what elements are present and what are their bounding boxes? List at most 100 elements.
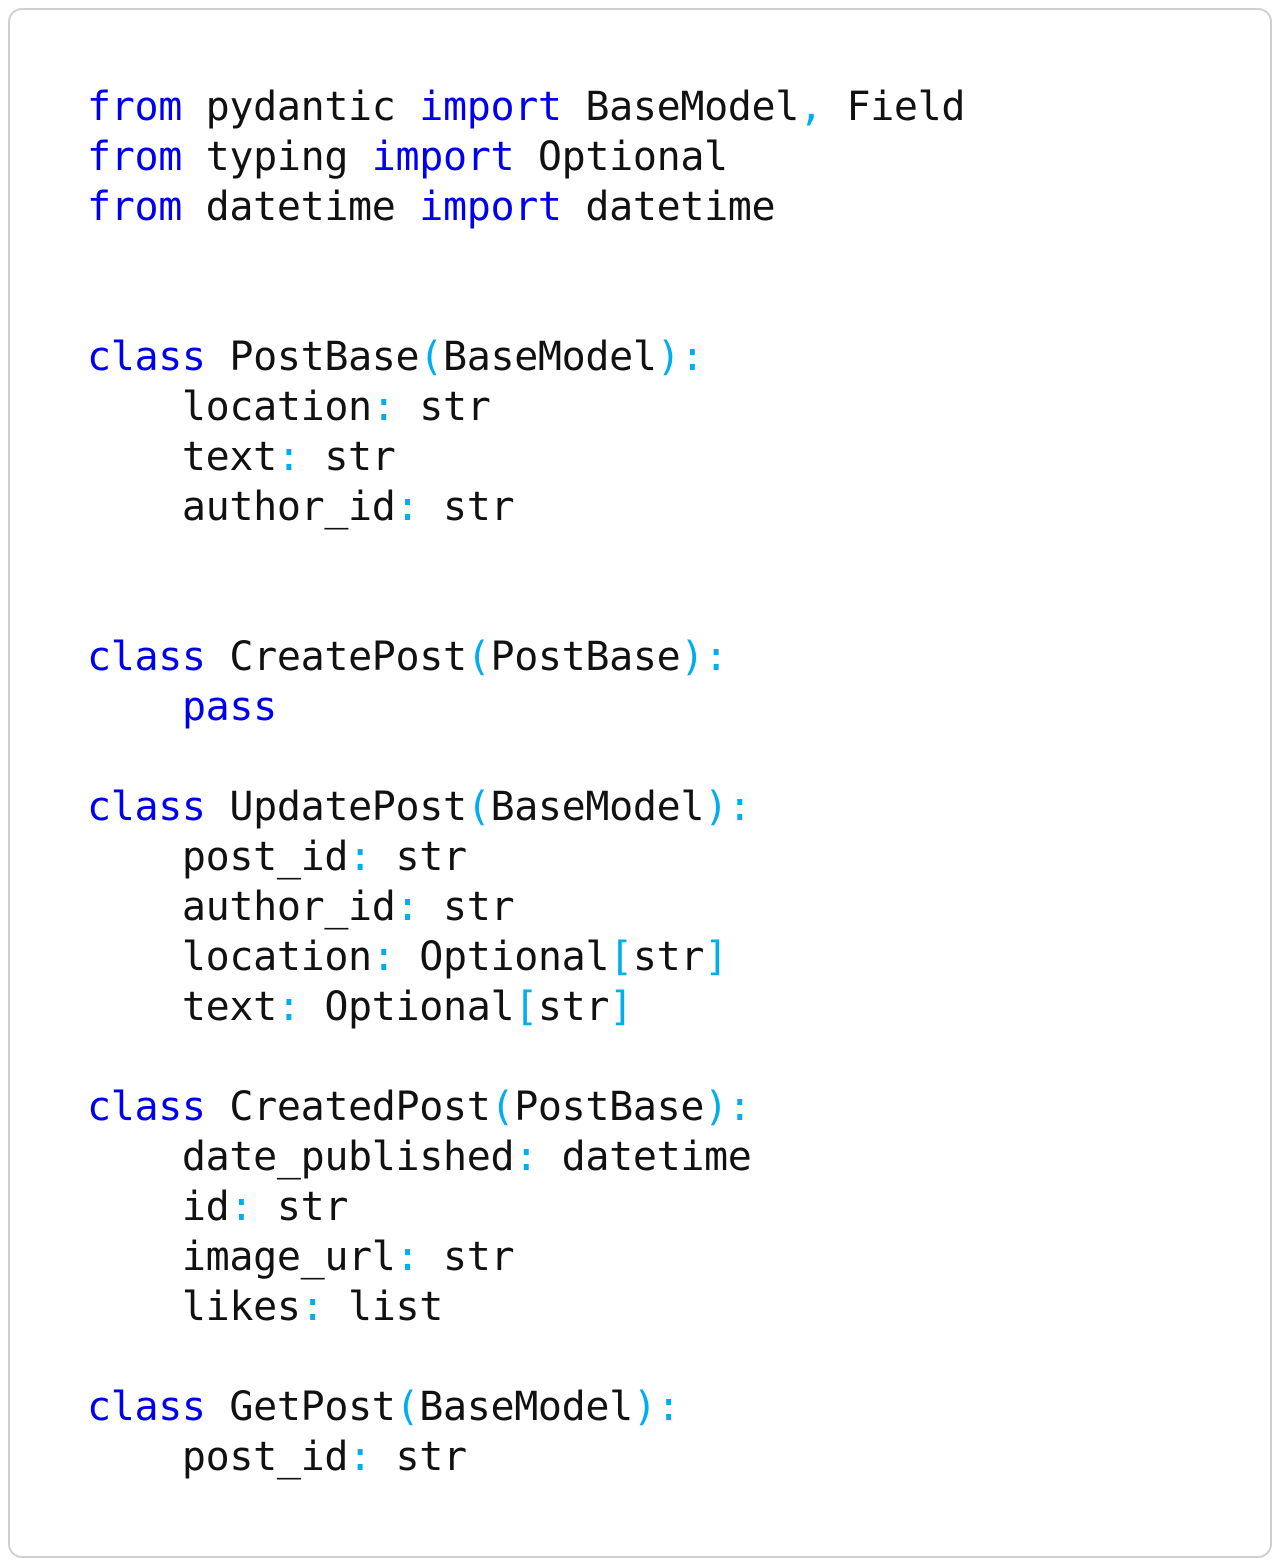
code-token-pun: ( <box>395 1384 420 1430</box>
code-line: class UpdatePost(BaseModel): <box>87 782 965 832</box>
code-token-id: str <box>371 1434 468 1480</box>
code-line: from datetime import datetime <box>87 182 965 232</box>
code-token-id: post_id <box>87 834 349 880</box>
code-token-id: str <box>419 484 515 530</box>
code-line: image_url: str <box>87 1232 965 1282</box>
code-line: id: str <box>87 1182 965 1232</box>
code-token-pun: ) <box>656 334 681 380</box>
code-token-kw: import <box>371 134 515 180</box>
code-line: post_id: str <box>87 832 965 882</box>
code-token-pun: , <box>799 84 823 130</box>
code-token-pun: ( <box>466 634 491 680</box>
code-token-pun: : <box>300 1284 325 1330</box>
code-token-id: UpdatePost <box>205 784 467 830</box>
code-token-id: BaseModel <box>561 84 799 130</box>
code-token-id: Field <box>822 84 966 130</box>
code-token-pun: : <box>704 634 728 680</box>
code-token-id: id <box>87 1184 230 1230</box>
code-token-id: BaseModel <box>490 784 705 830</box>
code-token-pun: ( <box>466 784 491 830</box>
code-token-pun: : <box>656 1384 681 1430</box>
code-token-kw: class <box>87 1384 206 1430</box>
code-line: date_published: datetime <box>87 1132 965 1182</box>
code-token-id: str <box>632 934 705 980</box>
code-line: from pydantic import BaseModel, Field <box>87 82 965 132</box>
code-token-id: GetPost <box>205 1384 396 1430</box>
code-token-id: PostBase <box>490 634 681 680</box>
code-token-pun: : <box>514 1134 538 1180</box>
code-token-id: str <box>253 1184 349 1230</box>
code-line: author_id: str <box>87 482 965 532</box>
code-token-id: str <box>371 834 468 880</box>
code-token-id: CreatePost <box>205 634 467 680</box>
code-line: author_id: str <box>87 882 965 932</box>
code-token-id: pydantic <box>181 84 420 130</box>
code-token-id: author_id <box>87 884 396 930</box>
code-token-id: Optional <box>395 934 610 980</box>
code-token-id: datetime <box>181 184 420 230</box>
code-token-pun: [ <box>514 984 538 1030</box>
code-token-kw: class <box>87 784 206 830</box>
code-token-id: datetime <box>537 1134 752 1180</box>
code-token-pun: ] <box>609 984 633 1030</box>
code-token-id: PostBase <box>514 1084 705 1130</box>
code-token-id: image_url <box>87 1234 396 1280</box>
code-token-kw: class <box>87 1084 206 1130</box>
code-token-id: post_id <box>87 1434 349 1480</box>
code-token-pun: ] <box>704 934 728 980</box>
code-token-pun: ( <box>490 1084 515 1130</box>
code-token-id: author_id <box>87 484 396 530</box>
code-line: text: Optional[str] <box>87 982 965 1032</box>
code-token-pun: : <box>727 1084 752 1130</box>
code-block[interactable]: from pydantic import BaseModel, Field fro… <box>87 82 965 1482</box>
code-line: likes: list <box>87 1282 965 1332</box>
code-token-pun: ) <box>704 784 728 830</box>
code-token-pun: : <box>276 434 301 480</box>
code-token-kw: from <box>87 84 182 130</box>
code-token-id: datetime <box>561 184 776 230</box>
code-token-pun: ( <box>419 334 443 380</box>
code-token-id: BaseModel <box>443 334 657 380</box>
code-token-pun: : <box>395 884 420 930</box>
code-token-id: typing <box>181 134 372 180</box>
code-token-kw: class <box>87 634 206 680</box>
code-token-pun: ) <box>704 1084 728 1130</box>
code-token-id: CreatedPost <box>205 1084 491 1130</box>
code-line: location: Optional[str] <box>87 932 965 982</box>
code-token-id: Optional <box>300 984 515 1030</box>
code-token-id: likes <box>87 1284 301 1330</box>
code-token-id: str <box>300 434 396 480</box>
code-token-pun: : <box>395 1234 420 1280</box>
code-token-id <box>87 684 182 730</box>
code-token-id: location <box>87 934 372 980</box>
code-token-id: Optional <box>514 134 728 180</box>
code-line: pass <box>87 682 965 732</box>
code-token-id: BaseModel <box>419 1384 633 1430</box>
code-line: text: str <box>87 432 965 482</box>
code-line: from typing import Optional <box>87 132 965 182</box>
code-token-kw: class <box>87 334 206 380</box>
code-token-pun: : <box>680 334 705 380</box>
code-line: post_id: str <box>87 1432 965 1482</box>
code-token-pun: ) <box>632 1384 657 1430</box>
code-token-pun: ) <box>680 634 705 680</box>
code-line: class GetPost(BaseModel): <box>87 1382 965 1432</box>
code-token-id: str <box>419 884 515 930</box>
code-token-pun: : <box>348 834 372 880</box>
code-token-kw: from <box>87 134 182 180</box>
code-token-id: str <box>395 384 491 430</box>
code-token-id: str <box>537 984 610 1030</box>
code-token-pun: : <box>348 1434 372 1480</box>
code-token-id: list <box>324 1284 443 1330</box>
code-line: class CreatePost(PostBase): <box>87 632 965 682</box>
code-token-id: location <box>87 384 372 430</box>
code-token-pun: : <box>727 784 752 830</box>
code-token-kw: from <box>87 184 182 230</box>
